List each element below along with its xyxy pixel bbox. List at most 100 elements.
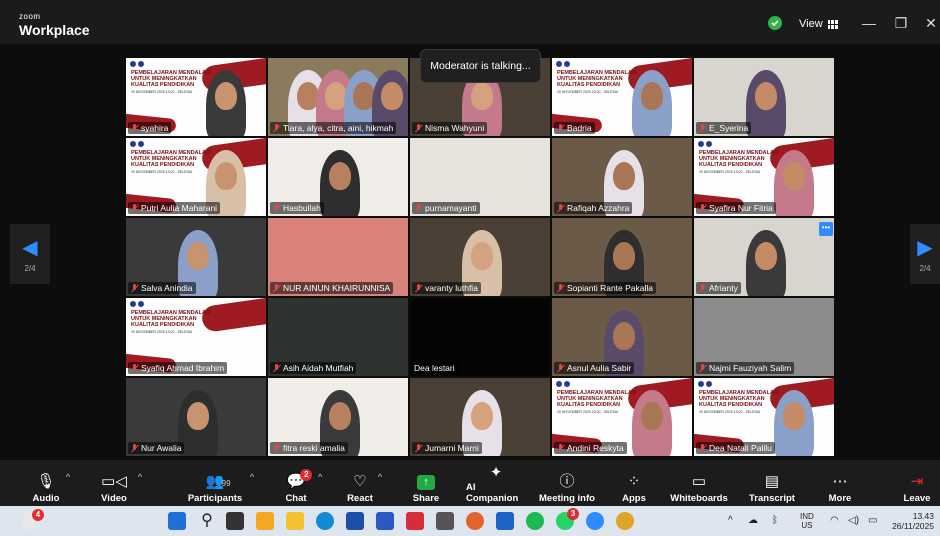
- wifi-icon[interactable]: ◠: [830, 515, 839, 526]
- minimize-button[interactable]: —: [858, 12, 880, 34]
- participant-tile[interactable]: PEMBELAJARAN MENDALAM UNTUK MENINGKATKAN…: [125, 297, 267, 377]
- whiteboards-button[interactable]: ▭ Whiteboards: [670, 466, 728, 504]
- windows-start-icon[interactable]: [168, 512, 186, 530]
- view-button[interactable]: View: [791, 15, 846, 33]
- participant-tile[interactable]: PEMBELAJARAN MENDALAM UNTUK MENINGKATKAN…: [125, 137, 267, 217]
- edge-icon[interactable]: [316, 512, 334, 530]
- gallery-icon[interactable]: [256, 512, 274, 530]
- chat-button[interactable]: 💬 2 Chat: [280, 466, 313, 504]
- apps-icon: ⁘: [627, 473, 641, 490]
- muted-microphone-icon: [556, 283, 565, 293]
- participant-tile[interactable]: Najmi Fauziyah Salim: [693, 297, 835, 377]
- close-button[interactable]: ✕: [922, 12, 940, 34]
- region-code: US: [801, 521, 813, 530]
- video-options-chevron-icon[interactable]: ^: [138, 472, 142, 482]
- zoom-taskbar-icon[interactable]: [586, 512, 604, 530]
- face: [471, 242, 493, 270]
- video-label: Video: [101, 493, 127, 504]
- participant-tile[interactable]: Asnul Aulia Sabir: [551, 297, 693, 377]
- react-button[interactable]: ♡ React: [344, 466, 376, 504]
- task-view-icon[interactable]: [226, 512, 244, 530]
- react-options-chevron-icon[interactable]: ^: [378, 472, 382, 482]
- mail-app-icon[interactable]: [406, 512, 424, 530]
- participant-tile[interactable]: Afrianty: [693, 217, 835, 297]
- participant-tile[interactable]: NUR AINUN KHAIRUNNISA: [267, 217, 409, 297]
- ai-companion-button[interactable]: ✦ AI Companion: [466, 464, 526, 504]
- copilot-icon[interactable]: 4: [22, 509, 44, 530]
- participant-name-tag: Putri Aulia Maharani: [128, 202, 221, 214]
- clock-time: 13.43: [912, 511, 934, 521]
- participant-tile[interactable]: PEMBELAJARAN MENDALAM UNTUK MENINGKATKAN…: [693, 377, 835, 457]
- battery-icon[interactable]: ▭: [868, 515, 877, 526]
- slide-date: 20 NOVEMBER 2025 13.00 - SELESAI: [131, 170, 193, 174]
- participant-tile[interactable]: PEMBELAJARAN MENDALAM UNTUK MENINGKATKAN…: [125, 57, 267, 137]
- volume-icon[interactable]: ◁): [848, 515, 859, 526]
- chat-options-chevron-icon[interactable]: ^: [318, 472, 322, 482]
- apps-button[interactable]: ⁘ Apps: [620, 466, 648, 504]
- sparkle-icon: ✦: [489, 464, 503, 481]
- store-icon[interactable]: [346, 512, 364, 530]
- muted-microphone-icon: [272, 283, 281, 293]
- participant-name: fitra reski amalia: [283, 443, 345, 453]
- show-hidden-icons-chevron-icon[interactable]: ^: [728, 515, 733, 526]
- muted-microphone-icon: [272, 363, 281, 373]
- participant-tile[interactable]: PEMBELAJARAN MENDALAM UNTUK MENINGKATKAN…: [551, 377, 693, 457]
- search-icon[interactable]: ⚲: [198, 512, 216, 530]
- security-shield-icon[interactable]: [768, 16, 782, 30]
- onedrive-cloud-icon[interactable]: ☁: [748, 515, 758, 526]
- leave-button[interactable]: ⇥ Leave: [903, 466, 931, 504]
- participant-tile[interactable]: Salva Anindia: [125, 217, 267, 297]
- whatsapp-icon[interactable]: 3: [556, 508, 579, 530]
- participant-name: varanty luthfia: [425, 283, 478, 293]
- language-indicator[interactable]: IND US: [800, 512, 814, 530]
- audio-button[interactable]: 🎙 Audio: [32, 466, 60, 504]
- participant-tile[interactable]: Sopianti Rante Pakalla: [551, 217, 693, 297]
- participant-name-tag: Najmi Fauziyah Salim: [696, 362, 795, 374]
- participant-tile[interactable]: Nur Awalia: [125, 377, 267, 457]
- audio-options-chevron-icon[interactable]: ^: [66, 472, 70, 482]
- participant-tile[interactable]: Dea lestari: [409, 297, 551, 377]
- participant-tile[interactable]: Jumarni Marni: [409, 377, 551, 457]
- participant-tile[interactable]: E_Syerina: [693, 57, 835, 137]
- participant-tile[interactable]: fitra reski amalia: [267, 377, 409, 457]
- lang-code: IND: [800, 512, 814, 521]
- participant-name-tag: Nur Awalia: [128, 442, 185, 454]
- participant-name-tag: Nisma Wahyuni: [412, 122, 488, 134]
- previous-page-button[interactable]: ◀ 2/4: [10, 224, 50, 284]
- next-page-button[interactable]: ▶ 2/4: [910, 224, 940, 284]
- participant-name: Syafira Nur Fitria: [709, 203, 773, 213]
- participant-tile[interactable]: Hasbullah: [267, 137, 409, 217]
- firefox-icon[interactable]: [466, 512, 484, 530]
- camera-icon[interactable]: [436, 512, 454, 530]
- more-button[interactable]: ⋯ More: [826, 466, 854, 504]
- transcript-label: Transcript: [749, 493, 795, 504]
- participants-options-chevron-icon[interactable]: ^: [250, 472, 254, 482]
- bluetooth-icon[interactable]: ᛒ: [772, 515, 778, 526]
- face: [641, 402, 663, 430]
- restore-button[interactable]: ❐: [890, 12, 912, 34]
- app-icon[interactable]: [376, 512, 394, 530]
- tile-options-button[interactable]: •••: [819, 222, 833, 236]
- word-icon[interactable]: [496, 512, 514, 530]
- system-clock[interactable]: 13.43 26/11/2025: [892, 511, 934, 531]
- participant-tile[interactable]: PEMBELAJARAN MENDALAM UNTUK MENINGKATKAN…: [693, 137, 835, 217]
- participant-tile[interactable]: Asih Aidah Mutfiah: [267, 297, 409, 377]
- file-explorer-icon[interactable]: [286, 512, 304, 530]
- share-button[interactable]: ↑ Share: [410, 466, 442, 504]
- notification-badge: 4: [32, 509, 44, 521]
- microphone-icon: 🎙: [36, 473, 56, 490]
- video-button[interactable]: ▭◁ Video: [100, 466, 128, 504]
- participant-tile[interactable]: Tiara, alya, citra, aini, hikmah: [267, 57, 409, 137]
- spotify-icon[interactable]: [526, 512, 544, 530]
- meeting-info-button[interactable]: ⓘ Meeting info: [538, 466, 596, 504]
- participant-tile[interactable]: Rafiqah Azzahra: [551, 137, 693, 217]
- muted-microphone-icon: [698, 443, 707, 453]
- participant-tile[interactable]: purnamayanti: [409, 137, 551, 217]
- participant-tile[interactable]: PEMBELAJARAN MENDALAM UNTUK MENINGKATKAN…: [551, 57, 693, 137]
- face: [613, 242, 635, 270]
- chrome-icon[interactable]: [616, 512, 634, 530]
- face: [471, 82, 493, 110]
- transcript-button[interactable]: ▤ Transcript: [748, 466, 796, 504]
- participants-button[interactable]: 👥 99 Participants: [188, 466, 242, 504]
- participant-tile[interactable]: varanty luthfia: [409, 217, 551, 297]
